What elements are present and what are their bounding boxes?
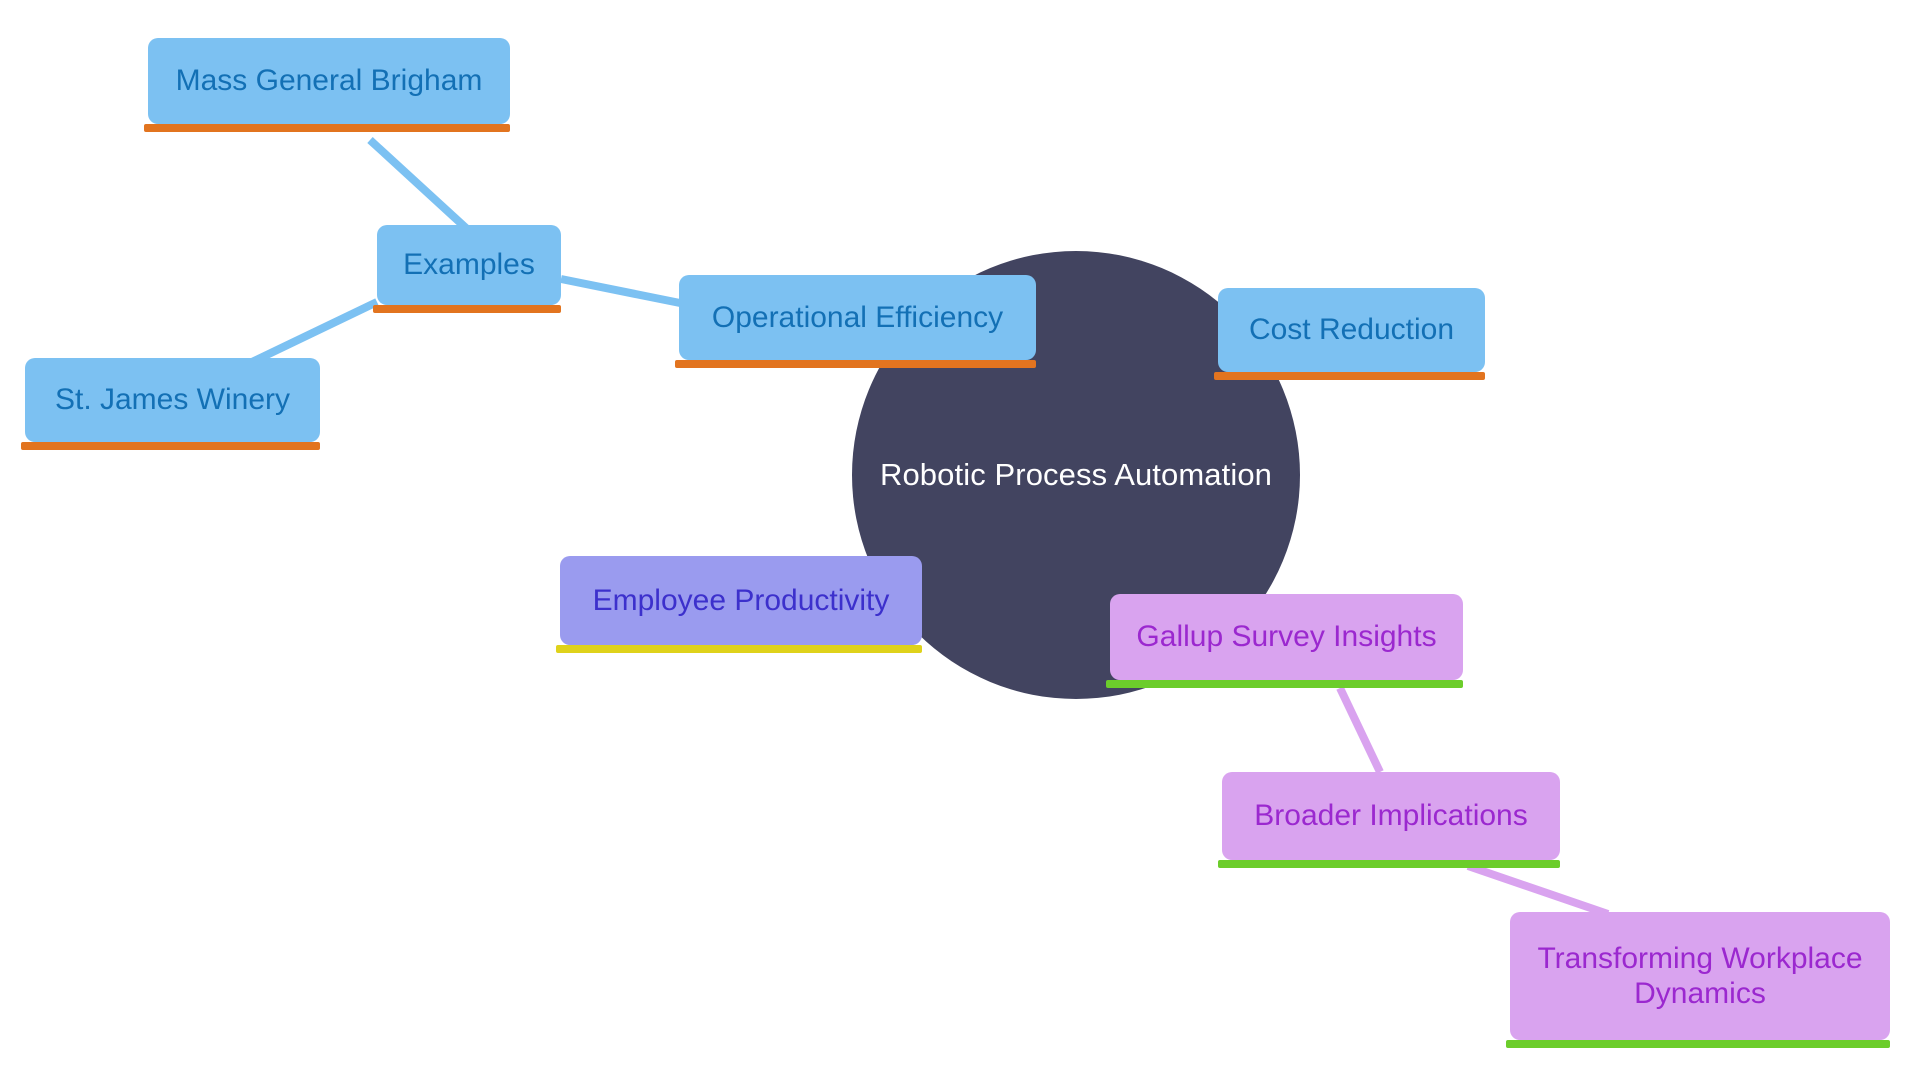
node-examples[interactable]: Examples bbox=[377, 225, 561, 305]
node-operational-efficiency[interactable]: Operational Efficiency bbox=[679, 275, 1036, 360]
node-label-operational-efficiency: Operational Efficiency bbox=[711, 300, 1004, 334]
node-accent-bar-mass-general-brigham bbox=[144, 124, 510, 132]
node-broader-implications[interactable]: Broader Implications bbox=[1222, 772, 1560, 860]
node-label-broader-implications: Broader Implications bbox=[1254, 799, 1528, 833]
node-accent-bar-employee-productivity bbox=[556, 645, 922, 653]
node-st-james-winery[interactable]: St. James Winery bbox=[25, 358, 320, 442]
node-employee-productivity[interactable]: Employee Productivity bbox=[560, 556, 922, 645]
node-gallup-survey-insights[interactable]: Gallup Survey Insights bbox=[1110, 594, 1463, 680]
central-node-label: Robotic Process Automation bbox=[879, 457, 1273, 492]
node-label-examples: Examples bbox=[403, 248, 535, 282]
node-label-cost-reduction: Cost Reduction bbox=[1248, 313, 1455, 347]
edge-examples-stjames bbox=[250, 298, 379, 366]
node-accent-bar-operational-efficiency bbox=[675, 360, 1036, 368]
node-accent-bar-cost-reduction bbox=[1214, 372, 1485, 380]
node-accent-bar-broader-implications bbox=[1218, 860, 1560, 868]
node-label-mass-general-brigham: Mass General Brigham bbox=[175, 64, 483, 98]
node-label-st-james-winery: St. James Winery bbox=[54, 383, 291, 417]
node-accent-bar-transforming-workplace-dynamics bbox=[1506, 1040, 1890, 1048]
node-label-transforming-workplace-dynamics: Transforming Workplace Dynamics bbox=[1537, 941, 1863, 1010]
edge-broader-transforming bbox=[1466, 862, 1610, 918]
mind-map-canvas: Robotic Process Automation Mass General … bbox=[0, 0, 1920, 1080]
edge-gallup-broader bbox=[1336, 686, 1384, 774]
node-label-gallup-survey-insights: Gallup Survey Insights bbox=[1136, 620, 1437, 654]
node-cost-reduction[interactable]: Cost Reduction bbox=[1218, 288, 1485, 372]
node-transforming-workplace-dynamics[interactable]: Transforming Workplace Dynamics bbox=[1510, 912, 1890, 1040]
node-accent-bar-examples bbox=[373, 305, 561, 313]
node-accent-bar-gallup-survey-insights bbox=[1106, 680, 1463, 688]
node-mass-general-brigham[interactable]: Mass General Brigham bbox=[148, 38, 510, 124]
node-accent-bar-st-james-winery bbox=[21, 442, 320, 450]
edge-mgb-examples bbox=[367, 137, 469, 231]
node-label-employee-productivity: Employee Productivity bbox=[592, 583, 890, 617]
edge-examples-operational bbox=[560, 275, 691, 309]
